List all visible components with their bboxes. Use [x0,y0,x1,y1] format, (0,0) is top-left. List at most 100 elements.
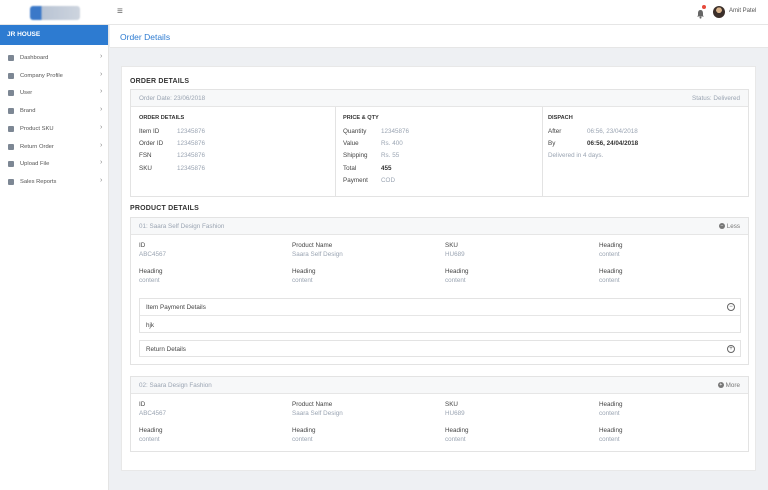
product-field-label: Heading [599,401,623,408]
sidebar-item-brand[interactable]: Brand › [0,104,109,118]
order-card: ORDER DETAILS Order Date: 23/06/2018 Sta… [121,66,756,471]
cloud-upload-icon [8,161,14,168]
field-value: 12345876 [177,140,206,148]
field-label: FSN [139,152,152,160]
menu-icon[interactable]: ≡ [117,6,123,18]
gear-icon [8,125,14,132]
product-field-value: content [599,410,620,417]
toggle-more-button[interactable]: + More [717,382,740,389]
product-field-value: content [445,277,466,284]
toggle-less-button[interactable]: − Less [718,223,740,230]
chevron-right-icon: › [100,88,103,96]
product-field-label: Heading [599,427,623,434]
sidebar-item-label: Company Profile [20,72,63,79]
dispatch-after-value: 06:56, 23/04/2018 [587,128,638,135]
product-field-label: Heading [292,427,316,434]
user-name[interactable]: Amit Patel [729,8,756,14]
product-field-label: Heading [139,427,163,434]
sidebar-item-label: Upload File [20,161,50,168]
avatar[interactable] [713,6,725,18]
chevron-right-icon: › [100,123,103,131]
share-icon [8,143,14,150]
user-icon [8,90,14,97]
collapse-icon[interactable]: − [727,303,735,311]
chevron-right-icon: › [100,53,103,60]
sidebar-item-label: Dashboard [20,55,49,61]
item-payment-panel: Item Payment Details − hjk [139,298,741,333]
product-field-label: SKU [445,401,458,408]
sidebar-item-dashboard[interactable]: Dashboard › [0,51,109,65]
field-value: 12345876 [177,164,206,172]
sidebar-header: JR HOUSE [0,25,108,45]
product-field-value: content [445,436,466,443]
file-icon [8,178,14,185]
page-header: Order Details [110,25,768,48]
product-field-value: HU689 [445,251,465,258]
sidebar-item-product-sku[interactable]: Product SKU › [0,122,109,136]
product-card-1: 01: Saara Self Design Fashion − Less Ite… [130,217,749,365]
field-value: Rs. 400 [381,140,403,148]
plus-circle-icon: + [717,382,724,389]
product-field-value: content [139,277,160,284]
sidebar-item-label: Brand [20,108,36,115]
field-label: Total [343,164,357,172]
product-field-label: Heading [292,268,316,275]
sidebar-item-company-profile[interactable]: Company Profile › [0,69,109,83]
page-title: Order Details [120,32,171,42]
sidebar-item-sales-reports[interactable]: Sales Reports › [0,175,109,189]
order-section-title: ORDER DETAILS [130,78,190,85]
field-label: Item ID [139,128,160,135]
sidebar-item-return-order[interactable]: Return Order › [0,140,109,154]
toggle-label: More [725,382,740,389]
dispatch-after-label: After [548,128,562,135]
price-qty-title: PRICE & QTY [343,115,379,121]
field-value: 455 [381,164,392,172]
product-field-label: Heading [445,268,469,275]
product-field-label: SKU [445,242,458,249]
chevron-right-icon: › [100,159,103,167]
field-value: 12345876 [177,128,206,135]
product-card-header: 02: Saara Design Fashion + More [131,377,748,394]
field-label: Quantity [343,128,367,135]
product-field-value: content [139,436,160,443]
order-status: Status: Delivered [692,95,740,102]
sidebar-item-label: Sales Reports [20,178,57,185]
product-field-value: Saara Self Design [292,251,343,258]
field-label: Order ID [139,140,164,148]
sidebar-item-upload-file[interactable]: Upload File › [0,157,109,171]
product-field-value: Saara Self Design [292,410,343,417]
item-payment-title[interactable]: Item Payment Details [146,304,206,311]
top-bar: ≡ Amit Patel [0,0,768,25]
product-field-value: content [292,277,313,284]
product-section-title: PRODUCT DETAILS [130,205,199,212]
expand-icon[interactable]: + [727,345,735,353]
dispatch-note: Delivered in 4 days. [548,152,604,159]
sidebar-item-user[interactable]: User › [0,86,109,100]
product-field-value: ABC4567 [139,410,166,417]
sidebar: JR HOUSE Dashboard › Company Profile › User ›… [0,25,109,490]
sidebar-item-label: Product SKU [20,125,54,132]
chevron-right-icon: › [100,106,103,114]
minus-circle-icon: − [718,223,725,230]
product-field-label: Heading [599,242,623,249]
field-label: Value [343,140,359,148]
item-payment-body: hjk [146,322,155,329]
product-field-value: content [292,436,313,443]
field-label: Payment [343,176,368,184]
product-field-label: Heading [599,268,623,275]
app-logo[interactable] [30,6,80,20]
field-label: SKU [139,164,152,172]
field-value: 12345876 [177,152,206,160]
return-details-panel[interactable]: Return Details + [139,340,741,357]
product-field-label: ID [139,242,146,249]
dispatch-by-value: 06:56, 24/04/2018 [587,140,639,147]
sidebar-item-label: Return Order [20,143,54,150]
product-field-label: Heading [445,427,469,434]
bell-icon[interactable] [696,5,706,24]
product-field-value: content [599,251,620,258]
toggle-label: Less [726,223,740,230]
chevron-right-icon: › [100,176,103,184]
return-details-title: Return Details [146,346,186,353]
product-field-label: Heading [139,268,163,275]
notification-dot [702,5,706,9]
